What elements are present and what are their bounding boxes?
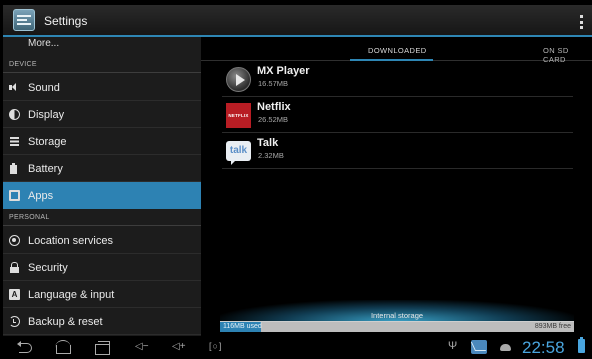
storage-title: Internal storage [370, 311, 424, 320]
display-icon [9, 109, 20, 120]
sidebar-item-sound[interactable]: Sound [3, 74, 201, 101]
app-size: 16.57MB [258, 79, 289, 88]
screenshot-button[interactable]: [○] [209, 341, 222, 351]
app-name: Netflix [257, 101, 291, 113]
app-size: 2.32MB [258, 151, 284, 160]
storage-free-label: 893MB free [534, 323, 571, 330]
storage-meter: 116MB used 893MB free [220, 321, 574, 332]
volume-up-button[interactable]: ◁+ [172, 341, 186, 352]
mx-player-icon [226, 67, 251, 92]
sidebar-item-apps[interactable]: Apps [3, 182, 201, 209]
recent-apps-button[interactable] [94, 341, 110, 355]
sidebar-item-label: Storage [28, 136, 67, 148]
sidebar-item-display[interactable]: Display [3, 101, 201, 128]
storage-used-label: 116MB used [223, 323, 262, 330]
app-list-item-netflix[interactable]: NETFLIX Netflix 26.52MB [222, 99, 573, 133]
clock[interactable]: 22:58 [522, 338, 565, 358]
tab-selection-indicator [350, 59, 433, 61]
tab-on-sd-card[interactable]: ON SD CARD [543, 46, 592, 64]
sidebar-item-label: Backup & reset [28, 316, 103, 328]
speaker-icon [9, 82, 20, 93]
talk-icon: talk [226, 141, 251, 165]
sidebar-item-language[interactable]: A Language & input [3, 281, 201, 308]
sidebar-item-label: Battery [28, 163, 63, 175]
battery-status-icon[interactable] [578, 337, 585, 353]
section-header-device: DEVICE [3, 56, 201, 73]
system-bar: ◁− ◁+ [○] Ψ 22:58 [0, 336, 592, 359]
android-debug-icon[interactable] [500, 344, 511, 351]
sidebar-item-label: Sound [28, 82, 60, 94]
lock-icon [9, 262, 20, 273]
screen: Settings More... DEVICE Sound Display St… [0, 0, 592, 359]
location-icon [9, 235, 20, 246]
apps-icon [9, 190, 20, 201]
overflow-menu-icon[interactable] [580, 15, 584, 29]
app-list-item-mx-player[interactable]: MX Player 16.57MB [222, 63, 573, 97]
sidebar-item-label: Display [28, 109, 65, 121]
sidebar-item-backup[interactable]: Backup & reset [3, 308, 201, 335]
notification-icon[interactable] [471, 340, 487, 354]
sidebar-item-battery[interactable]: Battery [3, 155, 201, 182]
sidebar-item-more[interactable]: More... [28, 38, 59, 49]
volume-down-button[interactable]: ◁− [135, 341, 149, 352]
tab-bar: DOWNLOADED ON SD CARD [201, 42, 592, 64]
page-title: Settings [44, 14, 88, 28]
section-header-personal: PERSONAL [3, 209, 201, 226]
sidebar-item-label: Location services [28, 235, 113, 247]
netflix-icon: NETFLIX [226, 103, 251, 128]
settings-icon[interactable] [13, 9, 35, 31]
storage-icon [9, 136, 20, 147]
sidebar-item-label: Security [28, 262, 68, 274]
sidebar-item-location[interactable]: Location services [3, 227, 201, 254]
sidebar-item-label: Apps [28, 190, 54, 202]
app-size: 26.52MB [258, 115, 289, 124]
usb-icon[interactable]: Ψ [448, 340, 457, 352]
app-list-item-talk[interactable]: talk Talk 2.32MB [222, 135, 573, 169]
language-icon: A [9, 289, 20, 300]
home-button[interactable] [55, 340, 71, 354]
action-bar: Settings [3, 5, 592, 37]
settings-sidebar: More... DEVICE Sound Display Storage Bat… [3, 37, 201, 336]
backup-icon [9, 316, 20, 327]
app-name: Talk [257, 137, 279, 149]
sidebar-item-label: Language & input [28, 289, 115, 301]
tab-downloaded[interactable]: DOWNLOADED [368, 46, 427, 55]
apps-panel: DOWNLOADED ON SD CARD MX Player 16.57MB … [201, 37, 592, 336]
sidebar-item-security[interactable]: Security [3, 254, 201, 281]
battery-icon [9, 163, 20, 174]
app-name: MX Player [257, 65, 310, 77]
sidebar-item-storage[interactable]: Storage [3, 128, 201, 155]
back-button[interactable] [17, 341, 33, 354]
